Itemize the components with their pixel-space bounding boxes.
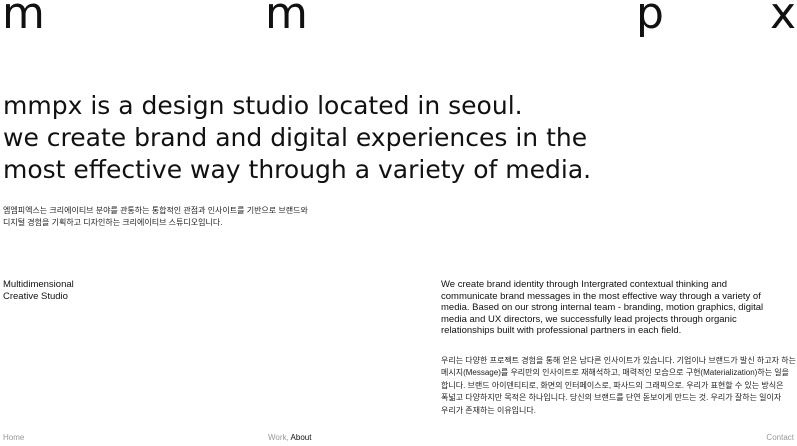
description-line: 우리가 존재하는 이유입니다. [441, 405, 536, 415]
intro-korean: 엠엠피엑스는 크리에이티브 분야를 관통하는 통합적인 관점과 인사이트를 기반… [3, 205, 323, 229]
page-headline: mmpx is a design studio located in seoul… [3, 90, 623, 186]
description-line: media. Based on our strong internal team… [441, 302, 764, 314]
headline-line: most effective way through a variety of … [3, 155, 592, 184]
nav-contact-link[interactable]: Contact [766, 433, 794, 443]
nav-work-link[interactable]: Work [268, 433, 287, 442]
description-line: media and UX directors, we successfully … [441, 313, 737, 325]
nav-separator: , [286, 433, 289, 442]
description-english: We create brand identity through Intergr… [441, 279, 793, 337]
tagline-line: Creative Studio [3, 291, 68, 302]
intro-line: 엠엠피엑스는 크리에이티브 분야를 관통하는 통합적인 관점과 인사이트를 기반… [3, 206, 308, 215]
logo-letter: p [636, 0, 664, 39]
nav-home-link[interactable]: Home [3, 433, 24, 443]
footer-nav: Home Work, About Contact [0, 433, 797, 445]
logo-letter: m [265, 0, 308, 39]
description-korean: 우리는 다양한 프로젝트 경험을 통해 얻은 남다른 인사이트가 있습니다. 기… [441, 355, 796, 417]
nav-about-link[interactable]: About [291, 433, 312, 442]
headline-line: mmpx is a design studio located in seoul… [3, 91, 523, 120]
tagline-line: Multidimensional [3, 279, 74, 290]
description-line: 우리는 다양한 프로젝트 경험을 통해 얻은 남다른 인사이트가 있습니다. 기… [441, 356, 796, 365]
intro-line: 디지털 경험을 기획하고 디자인하는 크리에이티브 스튜디오입니다. [3, 218, 223, 227]
site-logo[interactable]: m m p x [0, 0, 797, 36]
description-line: communicate brand messages in the most e… [441, 290, 761, 302]
studio-tagline: Multidimensional Creative Studio [3, 279, 74, 303]
description-line: 폭넓고 다양하지만 목적은 하나입니다. 당신의 브랜드를 단연 돋보이게 만드… [441, 393, 782, 403]
headline-line: we create brand and digital experiences … [3, 123, 588, 152]
logo-letter: m [2, 0, 45, 39]
description-line: relationships built with professional pa… [441, 325, 682, 337]
description-line: 합니다. 브랜드 아이덴티티로, 화면의 인터페이스로, 파사드의 그래픽으로.… [441, 380, 784, 390]
description-line: 메시지(Message)를 우리만의 인사이트로 재해석하고, 매력적인 모습으… [441, 368, 789, 378]
nav-center: Work, About [268, 433, 311, 443]
logo-letter: x [770, 0, 797, 39]
description-line: We create brand identity through Intergr… [441, 279, 728, 290]
